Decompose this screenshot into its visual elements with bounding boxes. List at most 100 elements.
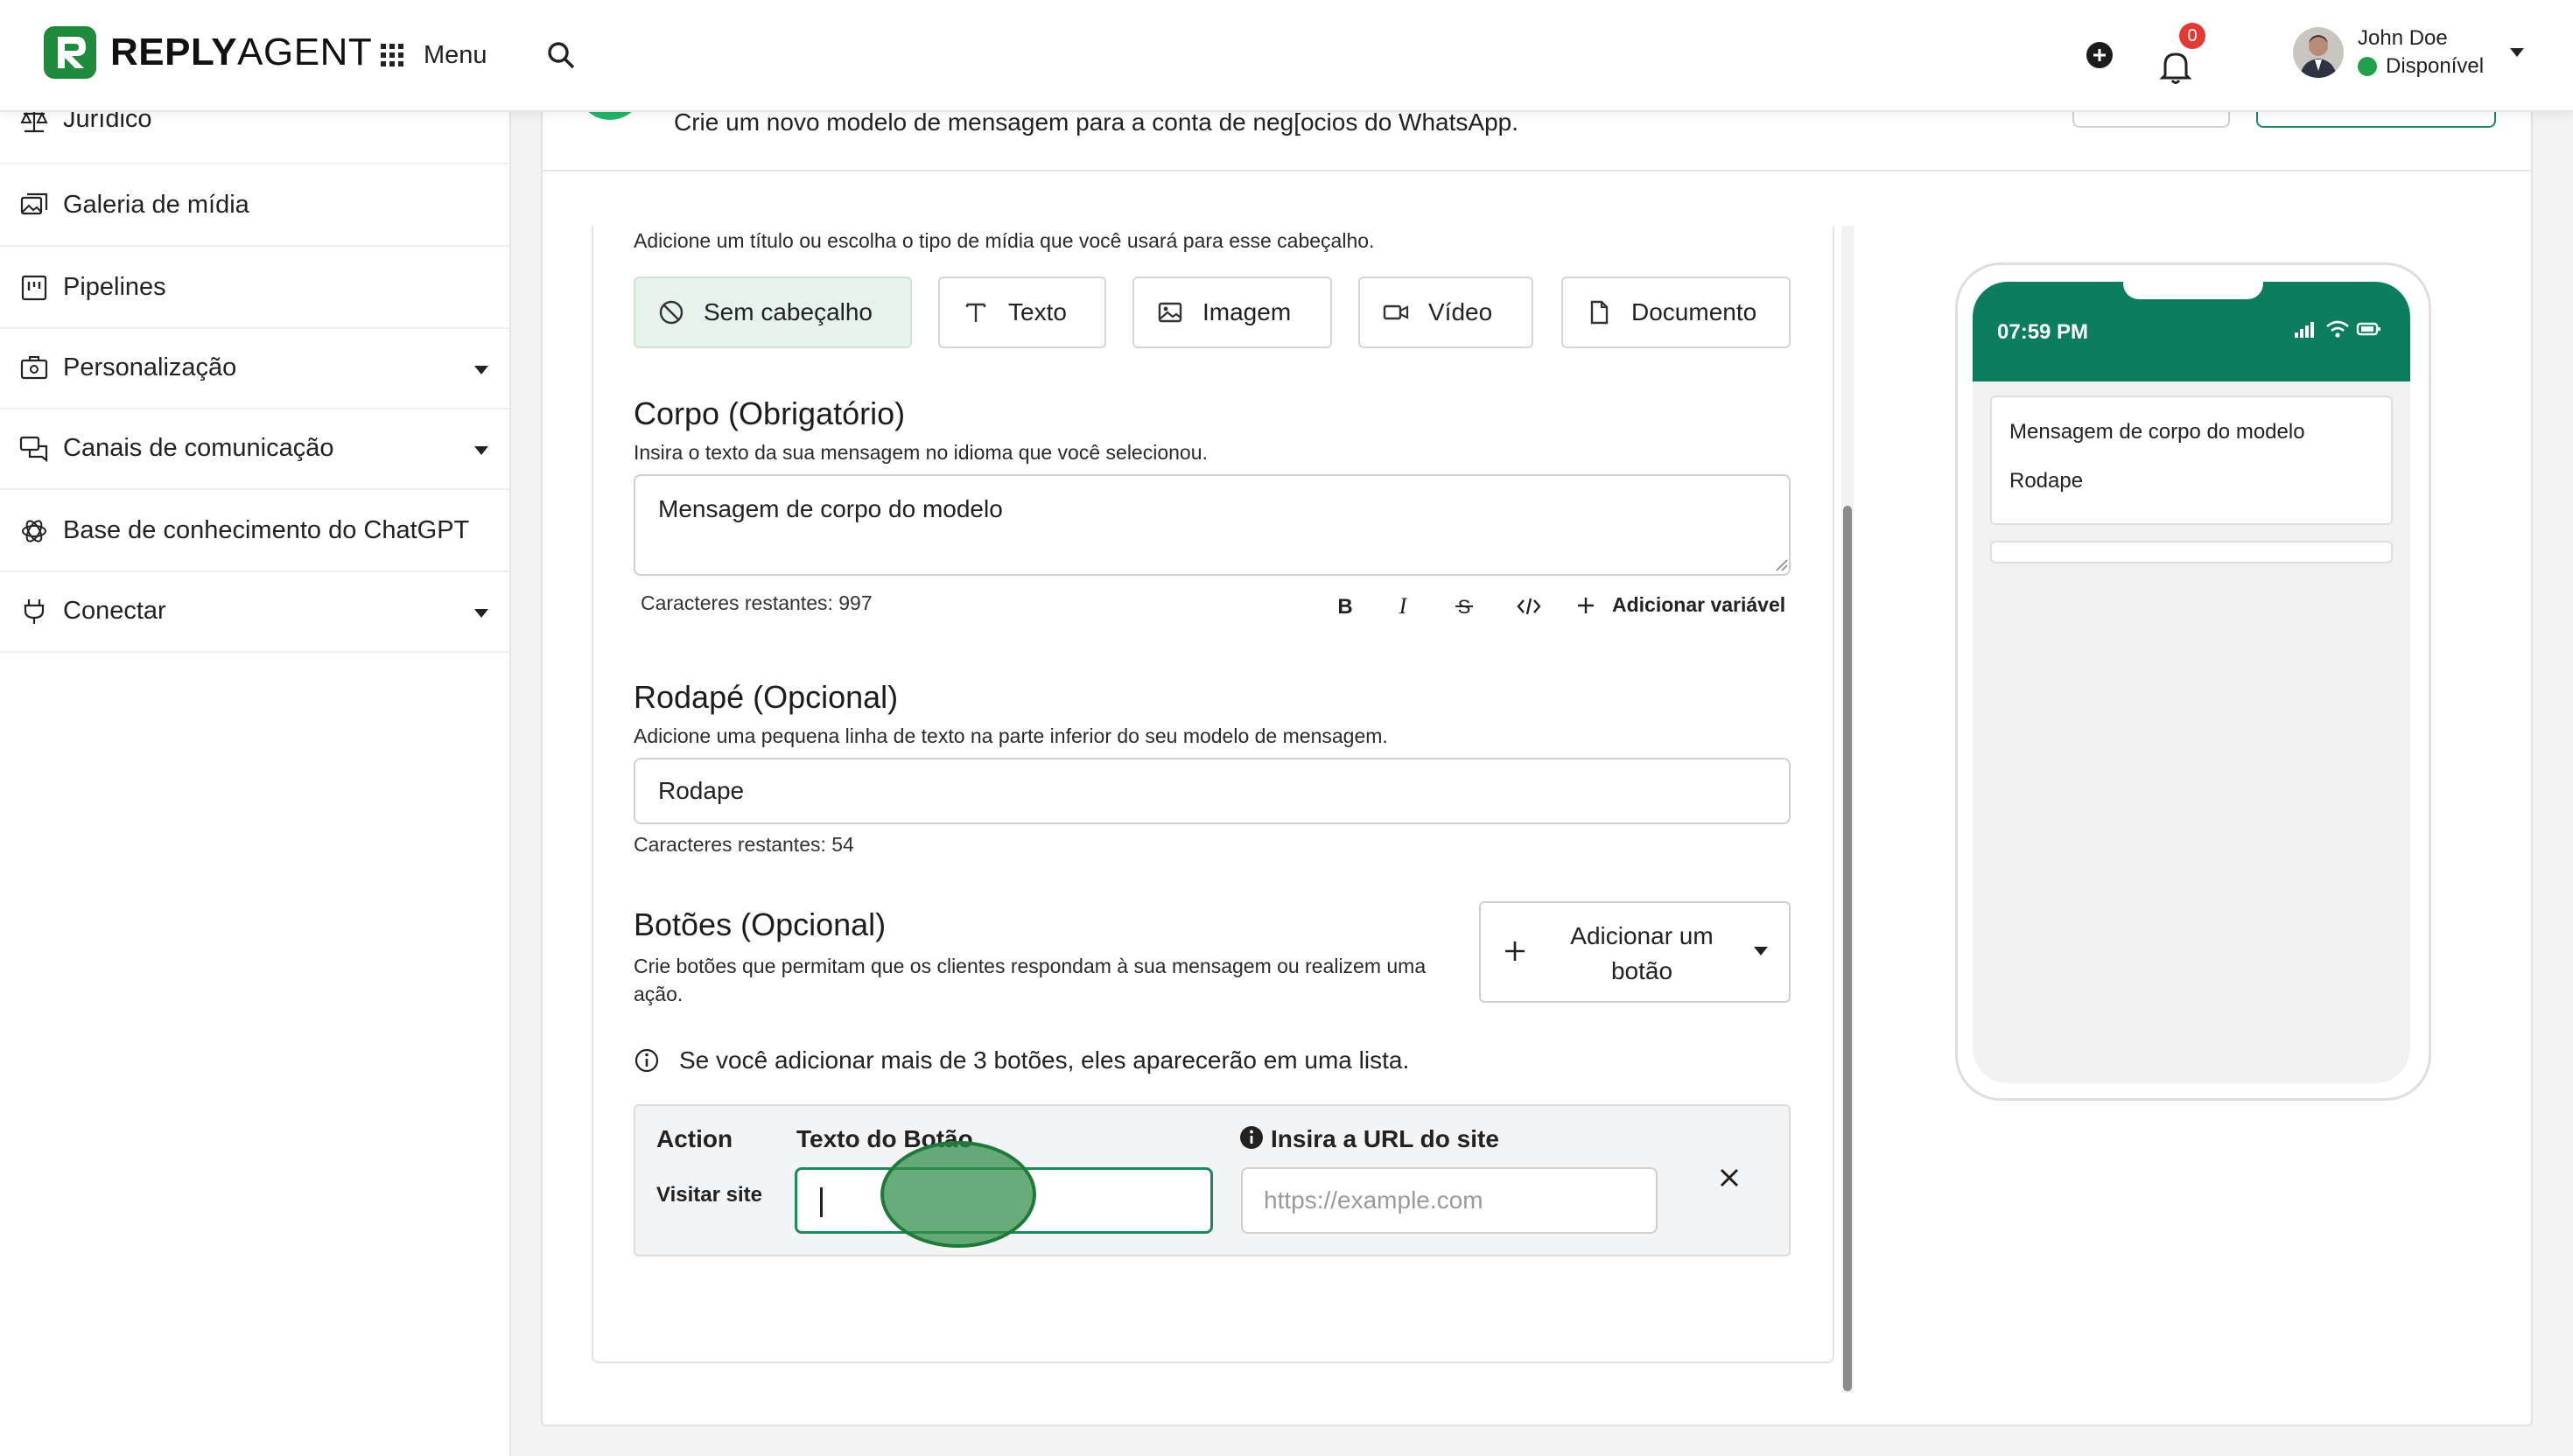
chat-channels-icon (19, 436, 48, 463)
bold-icon[interactable]: B (1332, 593, 1358, 620)
close-icon[interactable] (1717, 1166, 1742, 1190)
form-scrollbar-thumb[interactable] (1843, 506, 1852, 1391)
video-icon (1383, 304, 1409, 320)
footer-section-title: Rodapé (Opcional) (634, 679, 899, 715)
phone-notch (2123, 278, 2263, 299)
info-icon (634, 1048, 659, 1073)
header-hint: Adicione um título ou escolha o tipo de … (634, 229, 1375, 252)
add-variable-button[interactable]: Adicionar variável (1575, 593, 1785, 617)
bell-icon[interactable] (2158, 47, 2193, 86)
info-filled-icon (1240, 1126, 1263, 1149)
body-textarea[interactable]: Mensagem de corpo do modelo (634, 474, 1791, 576)
click-indicator (880, 1141, 1036, 1248)
battery-icon (2356, 322, 2380, 336)
code-icon[interactable] (1516, 593, 1542, 620)
chevron-down-icon (474, 609, 488, 618)
body-section-title: Corpo (Obrigatório) (634, 396, 906, 431)
personalization-icon (20, 356, 48, 380)
url-column-label: Insira a URL do site (1271, 1125, 1499, 1152)
footer-input[interactable]: Rodape (634, 758, 1791, 824)
grid-icon (381, 44, 403, 66)
header-type-label: Documento (1631, 298, 1757, 326)
sidebar-item-label: Pipelines (63, 273, 166, 301)
plus-icon (1578, 597, 1594, 613)
menu-button[interactable]: Menu (380, 35, 487, 75)
chevron-down-icon (474, 366, 488, 374)
ban-icon (659, 300, 684, 325)
sidebar-item-chatgpt-knowledge[interactable]: Base de conhecimento do ChatGPT (0, 490, 509, 572)
italic-icon[interactable]: I (1390, 593, 1416, 620)
text-caret (820, 1187, 823, 1217)
header-type-label: Sem cabeçalho (704, 298, 873, 326)
chevron-down-icon (2510, 48, 2525, 57)
preview-footer-text: Rodape (2009, 469, 2084, 493)
openai-icon (22, 520, 46, 542)
action-column-label: Action (656, 1125, 733, 1152)
footer-hint: Adicione uma pequena linha de texto na p… (634, 724, 1388, 747)
pipeline-icon (21, 275, 47, 301)
svg-text:B: B (1337, 595, 1352, 619)
phone-status-icons (2293, 318, 2382, 340)
phone-time: 07:59 PM (1997, 320, 2089, 344)
media-gallery-icon (20, 192, 48, 215)
sidebar-item-pipelines[interactable]: Pipelines (0, 247, 509, 329)
page-subtitle: Crie um novo modelo de mensagem para a c… (674, 108, 1519, 136)
image-icon (1158, 302, 1182, 323)
website-url-input[interactable]: https://example.com (1241, 1167, 1658, 1234)
card-divider (543, 170, 2531, 172)
header-type-label: Vídeo (1428, 298, 1493, 326)
chevron-down-icon (1754, 947, 1768, 956)
sidebar: Jurídico Galeria de mídia Pipelines Pers… (0, 0, 511, 1456)
footer-chars-remaining: Caracteres restantes: 54 (634, 833, 854, 856)
buttons-info: Se você adicionar mais de 3 botões, eles… (634, 1046, 1409, 1074)
sidebar-item-connect[interactable]: Conectar (0, 572, 509, 653)
plus-icon (1505, 942, 1525, 961)
sidebar-item-label: Conectar (63, 597, 166, 625)
search-icon[interactable] (544, 38, 578, 72)
preview-button-placeholder (1990, 541, 2393, 564)
add-button-label: Adicionar um botão (1570, 922, 1714, 984)
user-status: Disponível (2358, 52, 2484, 80)
add-variable-label: Adicionar variável (1612, 593, 1786, 616)
header-type-document[interactable]: Documento (1561, 276, 1791, 348)
buttons-hint: Crie botões que permitam que os clientes… (634, 955, 1427, 1005)
signal-icon (2295, 322, 2314, 338)
svg-text:I: I (1399, 593, 1408, 619)
top-bar: REPLYAGENT Menu 0 John Doe Disponível (0, 0, 2573, 112)
status-dot (2358, 57, 2377, 76)
sidebar-item-label: Personalização (63, 354, 237, 382)
sidebar-item-personalization[interactable]: Personalização (0, 329, 509, 410)
sidebar-item-label: Galeria de mídia (63, 191, 249, 219)
plug-icon (24, 599, 45, 624)
preview-message-bubble: Mensagem de corpo do modelo Rodape (1990, 396, 2393, 525)
sidebar-item-media-gallery[interactable]: Galeria de mídia (0, 164, 509, 247)
sidebar-item-label: Canais de comunicação (63, 434, 334, 462)
header-type-label: Imagem (1202, 298, 1292, 326)
body-hint: Insira o texto da sua mensagem no idioma… (634, 441, 1208, 464)
buttons-section-title: Botões (Opcional) (634, 906, 887, 942)
wifi-icon (2326, 320, 2349, 338)
user-menu[interactable]: John Doe Disponível (2293, 24, 2526, 80)
buttons-info-text: Se você adicionar mais de 3 botões, eles… (679, 1046, 1410, 1074)
avatar (2293, 27, 2344, 78)
header-type-image[interactable]: Imagem (1132, 276, 1332, 348)
header-type-text[interactable]: Texto (938, 276, 1106, 348)
header-type-video[interactable]: Vídeo (1358, 276, 1533, 348)
notification-badge: 0 (2179, 23, 2205, 49)
replyagent-logo-icon (44, 26, 96, 79)
add-circle-icon[interactable] (2085, 40, 2114, 70)
header-type-label: Texto (1008, 298, 1067, 326)
header-type-none[interactable]: Sem cabeçalho (634, 276, 912, 348)
menu-label: Menu (424, 40, 487, 69)
replyagent-logo[interactable]: REPLYAGENT (42, 24, 372, 80)
user-name: John Doe (2358, 26, 2448, 50)
resize-grip-icon[interactable] (1773, 556, 1789, 572)
document-icon (1590, 300, 1609, 325)
add-button-dropdown[interactable]: Adicionar um botão (1479, 901, 1791, 1003)
text-icon (965, 303, 986, 322)
action-value: Visitar site (656, 1183, 762, 1207)
body-chars-remaining: Caracteres restantes: 997 (641, 592, 873, 614)
preview-body-text: Mensagem de corpo do modelo (2009, 420, 2305, 444)
sidebar-item-communication-channels[interactable]: Canais de comunicação (0, 410, 509, 490)
strikethrough-icon[interactable]: S (1451, 593, 1477, 620)
